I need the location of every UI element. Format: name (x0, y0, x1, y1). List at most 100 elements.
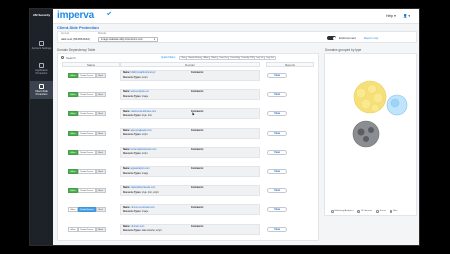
bubble-item[interactable] (390, 98, 400, 108)
bubble-item[interactable] (370, 103, 380, 113)
bubble-item[interactable] (355, 87, 367, 99)
needs-review-button[interactable]: Needs Review (77, 226, 96, 232)
domain-cell: Name: staticcontentdomain.com Comments: Re… (120, 108, 260, 120)
user-menu[interactable]: 👤 ▾ (403, 14, 410, 18)
allow-button[interactable]: Allow (68, 73, 78, 78)
legend-label: UI Libraries (360, 210, 373, 213)
help-menu[interactable]: Help ▾ (386, 14, 396, 18)
allow-button[interactable]: Allow (68, 207, 78, 213)
bubble-item[interactable] (367, 84, 377, 94)
sidebar-item-client-side-protection[interactable]: Client-Side Protection (30, 81, 53, 99)
logo-check-icon (106, 10, 112, 16)
bubble-item[interactable] (360, 98, 372, 110)
domain-cell: Name: fontsmapfontdomain.com Comments: Res… (120, 146, 260, 158)
view-reports-button[interactable]: View (267, 149, 287, 155)
allow-button[interactable]: Allow (68, 130, 78, 136)
legend-item[interactable]: UI Libraries (357, 210, 372, 213)
domain-name: Name: cdnrun-ext.domain.com (123, 207, 155, 209)
legend-label: Marketing/Analytics (334, 210, 354, 213)
domain-name-value[interactable]: cdnmain.com (131, 226, 145, 228)
allow-button[interactable]: Allow (68, 111, 78, 117)
domain-name-value[interactable]: www.example.net (131, 91, 149, 93)
block-button[interactable]: Block (95, 130, 106, 136)
status-button-group: Allow Needs Review Block (68, 226, 106, 232)
website-select[interactable]: image.realstate.ably.incentoons.com ▾ (98, 36, 158, 42)
domain-name-value[interactable]: fontsmapfontdomain.com (131, 149, 157, 151)
status-button-group: Allow Needs Review Block (68, 92, 106, 98)
block-button[interactable]: Block (95, 73, 106, 78)
bubble-item[interactable] (357, 128, 365, 136)
status-button-group: Allow Needs Review Block (68, 169, 106, 174)
allow-button[interactable]: Allow (68, 92, 78, 98)
needs-review-button[interactable]: Needs Review (77, 73, 96, 78)
view-reports-button[interactable]: View (267, 226, 287, 232)
sidebar-item-application-protection[interactable]: Application Protection (30, 61, 53, 77)
comments-label: Comments: (191, 91, 204, 94)
legend-item[interactable]: Marketing/Analytics (331, 210, 353, 213)
needs-review-button[interactable]: Needs Review (77, 111, 96, 117)
name-label: Name: (123, 225, 131, 228)
website-select-value: image.realstate.ably.incentoons.com (101, 37, 143, 41)
block-button[interactable]: Block (95, 207, 106, 213)
account-icon (39, 41, 44, 46)
domain-type-chart: Marketing/Analytics UI Libraries Social … (324, 53, 417, 216)
view-reports-button[interactable]: View (267, 130, 287, 136)
block-button[interactable]: Block (95, 226, 106, 232)
block-button[interactable]: Block (95, 149, 106, 155)
view-reports-button[interactable]: View (267, 111, 287, 117)
allow-button[interactable]: Allow (68, 188, 78, 194)
column-header-reports[interactable]: Reports (266, 62, 314, 67)
status-button-group: Allow Needs Review Block (68, 207, 106, 213)
bubble-item[interactable] (363, 136, 369, 142)
domain-name-value[interactable]: bildFormapiScriptcal.xyz (131, 72, 156, 74)
chart-title: Domains grouped by type (325, 48, 362, 52)
bubble-misc[interactable] (352, 120, 380, 148)
domain-name-value[interactable]: cdnrun-ext.domain.com (131, 207, 155, 209)
resource-types-value: style, font, script (141, 191, 159, 194)
search-input[interactable]: Search (66, 56, 76, 60)
legend-label: Misc (393, 210, 398, 213)
needs-review-button[interactable]: Needs Review (77, 149, 96, 155)
domain-name-value[interactable]: statsofadvertisesite.com (131, 187, 156, 189)
report-only-link[interactable]: Report only (364, 36, 378, 40)
bubble-item[interactable] (372, 92, 384, 104)
legend-item[interactable]: Social (376, 210, 386, 213)
domain-name-value[interactable]: ajax.googleapis.com (131, 130, 152, 132)
view-reports-button[interactable]: View (267, 207, 287, 213)
needs-review-button[interactable]: Needs Review (77, 207, 96, 213)
view-reports-button[interactable]: View (267, 73, 287, 78)
block-button[interactable]: Block (95, 169, 106, 174)
needs-review-button[interactable]: Needs Review (77, 169, 96, 174)
view-reports-button[interactable]: View (267, 188, 287, 194)
allow-button[interactable]: Allow (68, 226, 78, 232)
table-row: Allow Needs Review Block Name: staticconten… (58, 106, 320, 121)
status-button-group: Allow Needs Review Block (68, 111, 106, 117)
resource-types-value: script (141, 153, 148, 156)
bubble-item[interactable] (368, 127, 374, 133)
comments-label: Comments: (191, 149, 204, 152)
domain-name-value[interactable]: appsanalytics.com (131, 168, 150, 170)
allow-button[interactable]: Allow (68, 169, 78, 174)
enforcement-toggle[interactable] (327, 36, 336, 40)
app-window: AM Security Account Settings Application… (29, 8, 420, 246)
filter-chip[interactable]: Img 3rd (264, 55, 277, 60)
sidebar-item-account-settings[interactable]: Account Settings (30, 39, 53, 55)
view-reports-button[interactable]: View (267, 169, 287, 174)
block-button[interactable]: Block (95, 111, 106, 117)
domain-name: Name: staticcontentdomain.com (123, 111, 156, 113)
allow-button[interactable]: Allow (68, 149, 78, 155)
column-header-domain[interactable]: Domain (120, 62, 260, 67)
legend-item[interactable]: Misc (389, 210, 398, 213)
resource-types-value: image (141, 172, 149, 175)
needs-review-button[interactable]: Needs Review (77, 92, 96, 98)
view-reports-button[interactable]: View (267, 92, 287, 98)
domain-cell: Name: appsanalytics.com Comments: Resource… (120, 166, 260, 177)
resource-types-label: Resource Types: (123, 134, 142, 137)
needs-review-button[interactable]: Needs Review (77, 130, 96, 136)
domain-name-value[interactable]: staticcontentdomain.com (131, 111, 156, 113)
chevron-down-icon: ▾ (153, 37, 155, 41)
column-header-status[interactable]: Status (62, 62, 120, 67)
needs-review-button[interactable]: Needs Review (77, 188, 96, 194)
block-button[interactable]: Block (95, 92, 106, 98)
block-button[interactable]: Block (95, 188, 106, 194)
